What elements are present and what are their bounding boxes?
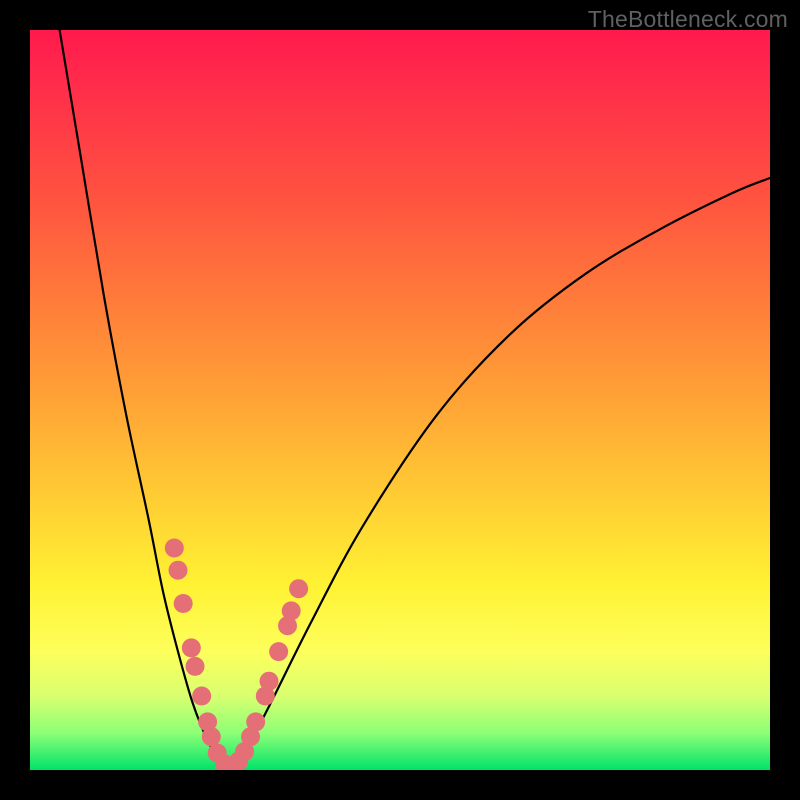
- scatter-dot: [182, 638, 201, 657]
- scatter-dot: [174, 594, 193, 613]
- scatter-dot: [202, 727, 221, 746]
- scatter-dot: [289, 579, 308, 598]
- curve-group: [60, 30, 770, 766]
- watermark-text: TheBottleneck.com: [588, 6, 788, 33]
- outer-frame: TheBottleneck.com: [0, 0, 800, 800]
- scatter-dot: [282, 601, 301, 620]
- scatter-dot: [269, 642, 288, 661]
- scatter-dot: [165, 539, 184, 558]
- scatter-dot: [186, 657, 205, 676]
- scatter-dot: [246, 712, 265, 731]
- curve-left-branch: [60, 30, 223, 766]
- scatter-dot: [192, 687, 211, 706]
- chart-svg: [30, 30, 770, 770]
- scatter-dot: [260, 672, 279, 691]
- plot-area: [30, 30, 770, 770]
- scatter-dot: [169, 561, 188, 580]
- curve-right-branch: [237, 178, 770, 766]
- scatter-group: [165, 539, 308, 771]
